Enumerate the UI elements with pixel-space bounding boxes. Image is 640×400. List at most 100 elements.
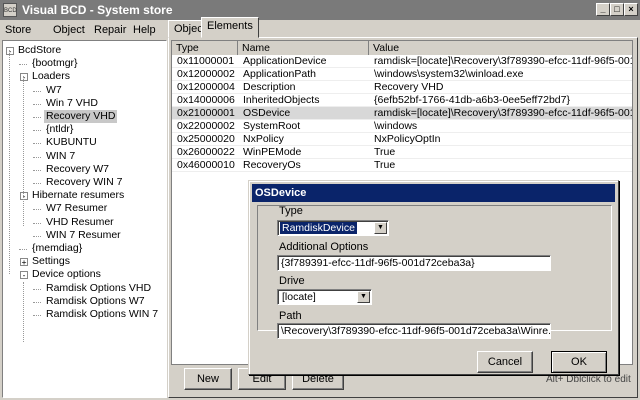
dialog-title: OSDevice	[252, 184, 615, 202]
osdevice-dialog: OSDevice Type RamdiskDevice ▼ Additional…	[248, 180, 619, 375]
minimize-button[interactable]: _	[596, 3, 610, 16]
type-label: Type	[279, 205, 303, 217]
menu-object[interactable]: Object	[53, 24, 85, 36]
path-label: Path	[279, 310, 302, 322]
cell-name: SystemRoot	[243, 120, 301, 132]
cell-value: \windows\system32\winload.exe	[374, 68, 524, 80]
type-select[interactable]: RamdiskDevice ▼	[277, 220, 389, 236]
cell-name: ApplicationDevice	[243, 55, 327, 67]
cell-value: True	[374, 159, 396, 171]
table-row[interactable]: 0x26000022 WinPEMode True	[172, 146, 632, 159]
drive-label: Drive	[279, 275, 305, 287]
path-input[interactable]: \Recovery\3f789390-efcc-11df-96f5-001d72…	[277, 323, 551, 339]
collapse-icon[interactable]: -	[20, 73, 28, 82]
tree-node[interactable]: Ramdisk Options W7	[44, 295, 147, 308]
tree-connector	[33, 288, 41, 290]
tree-connector	[33, 117, 41, 118]
tree-node[interactable]: KUBUNTU	[44, 136, 99, 149]
tree-node[interactable]: Win 7 VHD	[44, 97, 100, 110]
tree-connector	[33, 169, 41, 171]
tree-node[interactable]: Recovery WIN 7	[44, 176, 124, 189]
tree-connector	[33, 143, 41, 145]
cell-value: True	[374, 146, 396, 158]
cancel-button[interactable]: Cancel	[477, 351, 533, 373]
tree-connector	[33, 156, 41, 158]
collapse-icon[interactable]: -	[20, 271, 28, 280]
table-row[interactable]: 0x12000002 ApplicationPath \windows\system…	[172, 68, 632, 81]
tree-node[interactable]: WIN 7	[44, 150, 77, 163]
cell-name: OSDevice	[243, 107, 291, 119]
tree-node[interactable]: W7 Resumer	[44, 202, 109, 215]
tab-elements[interactable]: Elements	[201, 17, 259, 38]
tree-node[interactable]: Loaders	[30, 70, 72, 83]
cell-value: \windows	[374, 120, 418, 132]
tree-guide	[9, 50, 10, 274]
tree-node[interactable]: BcdStore	[16, 44, 63, 57]
cell-name: NxPolicy	[243, 133, 284, 145]
cell-type: 0x25000020	[177, 133, 235, 145]
tree-node[interactable]: {bootmgr}	[30, 57, 80, 70]
close-button[interactable]: ×	[624, 3, 638, 16]
grid-header: Type Name Value	[172, 41, 632, 55]
cell-name: RecoveryOs	[243, 159, 301, 171]
app-icon: BCD	[3, 3, 17, 17]
title-bar: BCD Visual BCD - System store _ □ ×	[0, 0, 640, 20]
tree-guide	[23, 76, 24, 208]
table-row[interactable]: 0x25000020 NxPolicy NxPolicyOptIn	[172, 133, 632, 146]
cell-name: WinPEMode	[243, 146, 302, 158]
chevron-down-icon[interactable]: ▼	[357, 291, 370, 303]
type-select-value: RamdiskDevice	[280, 222, 357, 234]
cell-value: {6efb52bf-1766-41db-a6b3-0ee5eff72bd7}	[374, 94, 570, 106]
cell-type: 0x46000010	[177, 159, 235, 171]
table-row[interactable]: 0x46000010 RecoveryOs True	[172, 159, 632, 172]
column-header-name[interactable]: Name	[238, 41, 369, 55]
table-row[interactable]: 0x12000004 Description Recovery VHD	[172, 81, 632, 94]
additional-options-label: Additional Options	[279, 241, 369, 253]
tree-node[interactable]: Hibernate resumers	[30, 189, 126, 202]
drive-select-value: [locate]	[282, 291, 316, 303]
cell-type: 0x21000001	[177, 107, 235, 119]
cell-value: Recovery VHD	[374, 81, 444, 93]
additional-options-input[interactable]: {3f789391-efcc-11df-96f5-001d72ceba3a}	[277, 255, 551, 271]
tree-guide	[23, 282, 24, 342]
new-button[interactable]: New	[184, 368, 232, 390]
tree-connector	[33, 130, 41, 132]
store-tree[interactable]: - BcdStore {bootmgr} - Loaders W7 Win 7 VHD Rec…	[2, 40, 167, 398]
edit-hint: Alt+ Dblclick to edit	[546, 374, 631, 385]
cell-value: ramdisk=[locate]\Recovery\3f789390-efcc-…	[374, 55, 632, 67]
tree-node[interactable]: VHD Resumer	[44, 216, 116, 229]
tree-node[interactable]: W7	[44, 84, 64, 97]
cell-type: 0x14000006	[177, 94, 235, 106]
maximize-button[interactable]: □	[610, 3, 624, 16]
table-row[interactable]: 0x11000001 ApplicationDevice ramdisk=[loca…	[172, 55, 632, 68]
collapse-icon[interactable]: -	[6, 47, 14, 56]
tree-node[interactable]: Ramdisk Options VHD	[44, 282, 153, 295]
column-header-type[interactable]: Type	[172, 41, 238, 55]
table-row[interactable]: 0x21000001 OSDevice ramdisk=[locate]\Recov…	[172, 107, 632, 120]
tree-node[interactable]: Device options	[30, 268, 103, 281]
tree-connector	[33, 103, 41, 105]
tree-node[interactable]: Ramdisk Options WIN 7	[44, 308, 160, 321]
column-header-value[interactable]: Value	[369, 41, 632, 55]
drive-select[interactable]: [locate] ▼	[277, 289, 372, 305]
tree-connector	[33, 301, 41, 303]
expand-icon[interactable]: +	[20, 258, 28, 267]
tree-node[interactable]: Recovery VHD	[44, 110, 118, 123]
cell-name: InheritedObjects	[243, 94, 320, 106]
menu-help[interactable]: Help	[133, 24, 156, 36]
cell-type: 0x12000002	[177, 68, 235, 80]
table-row[interactable]: 0x14000006 InheritedObjects {6efb52bf-1766…	[172, 94, 632, 107]
cell-value: ramdisk=[locate]\Recovery\3f789390-efcc-…	[374, 107, 632, 119]
menu-store[interactable]: Store	[5, 24, 31, 36]
table-row[interactable]: 0x22000002 SystemRoot \windows	[172, 120, 632, 133]
menu-repair[interactable]: Repair	[94, 24, 126, 36]
ok-button[interactable]: OK	[551, 351, 607, 373]
tree-node[interactable]: Settings	[30, 255, 72, 268]
collapse-icon[interactable]: -	[20, 192, 28, 201]
tree-node[interactable]: {ntldr}	[44, 123, 75, 136]
chevron-down-icon[interactable]: ▼	[374, 222, 387, 234]
tree-node[interactable]: Recovery W7	[44, 163, 111, 176]
tree-node[interactable]: {memdiag}	[30, 242, 84, 255]
tree-node[interactable]: WIN 7 Resumer	[44, 229, 123, 242]
window-title: Visual BCD - System store	[22, 3, 173, 17]
